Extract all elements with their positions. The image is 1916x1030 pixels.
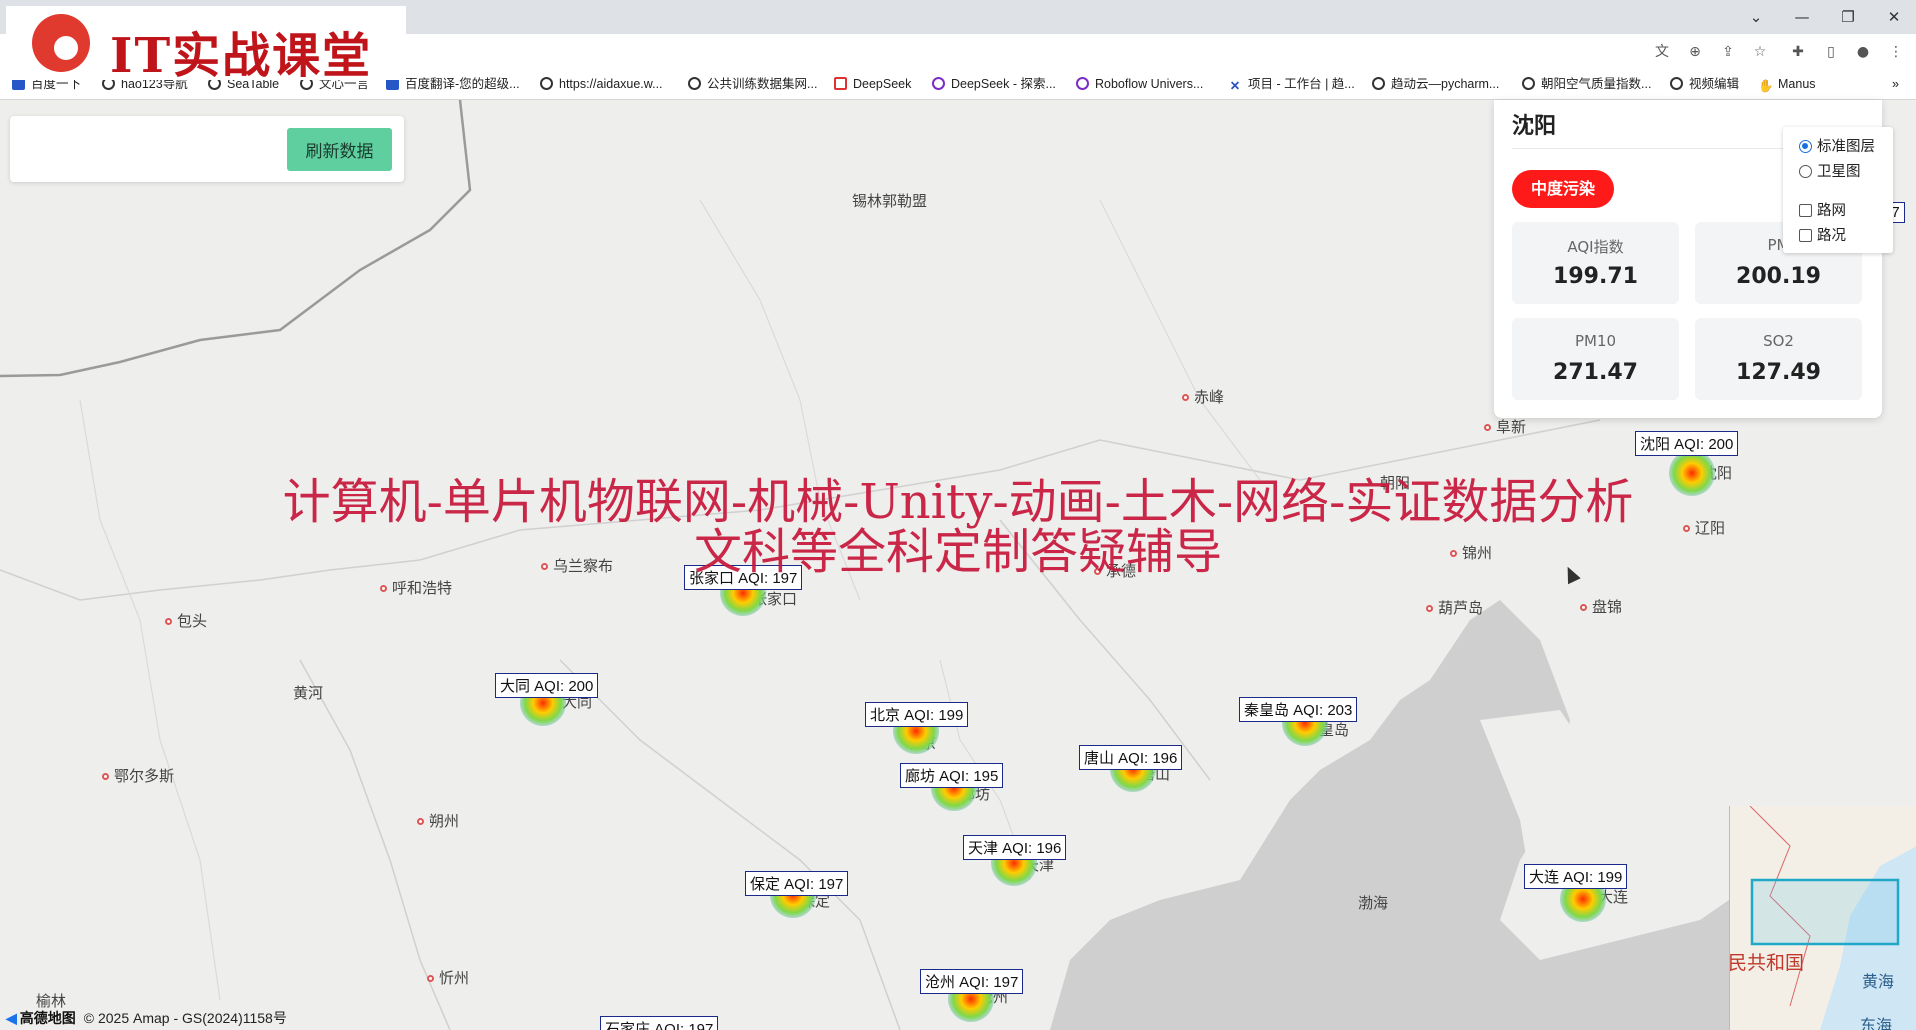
layer-control: 标准图层 卫星图 路网 路况 xyxy=(1783,127,1893,253)
sidepanel-icon[interactable]: ▯ xyxy=(1821,42,1841,62)
place-label: 朔州 xyxy=(417,810,459,831)
metric-value: 199.71 xyxy=(1553,264,1638,289)
place-label: 葫芦岛 xyxy=(1426,597,1483,618)
metric-value: 200.19 xyxy=(1736,264,1821,289)
bookmark-item[interactable]: DeepSeek - 探索... xyxy=(932,75,1056,93)
bookmark-item[interactable]: 公共训练数据集网... xyxy=(688,75,817,93)
metric-name: AQI指数 xyxy=(1567,238,1624,256)
globe-icon xyxy=(1522,77,1535,90)
zoom-icon[interactable]: ⊕ xyxy=(1685,42,1705,62)
star-icon[interactable]: ☆ xyxy=(1750,42,1770,62)
place-label: 阜新 xyxy=(1484,416,1526,437)
logo: IT实战课堂 xyxy=(6,6,406,84)
metric-name: PM10 xyxy=(1574,332,1617,350)
close-button[interactable]: ✕ xyxy=(1882,6,1906,28)
map-attribution: ◀ 高德地图 © 2025 Amap - GS(2024)1158号 xyxy=(6,1010,287,1026)
metric-card-pm10: PM10 271.47 xyxy=(1512,318,1679,400)
overlay-option-traffic[interactable]: 路况 xyxy=(1799,224,1846,245)
x-icon: ✕ xyxy=(1229,79,1241,93)
amap-logo-icon: ◀ xyxy=(6,1010,17,1026)
share-icon[interactable]: ⇪ xyxy=(1718,42,1738,62)
bookmark-item[interactable]: https://aidaxue.w... xyxy=(540,75,663,93)
overlay-option-roadnet[interactable]: 路网 xyxy=(1799,199,1846,220)
place-label: 鄂尔多斯 xyxy=(102,765,174,786)
minimap-label: 黄海 xyxy=(1862,972,1895,991)
bookmark-item[interactable]: 朝阳空气质量指数... xyxy=(1522,75,1651,93)
place-label: 盘锦 xyxy=(1580,596,1622,617)
checkbox-icon[interactable] xyxy=(1799,229,1812,242)
place-label: 包头 xyxy=(165,610,207,631)
layer-option-standard[interactable]: 标准图层 xyxy=(1799,135,1875,156)
aqi-label[interactable]: 秦皇岛 AQI: 203 xyxy=(1239,697,1358,722)
bookmark-item[interactable]: 趋动云—pycharm... xyxy=(1372,75,1499,93)
radio-selected-icon[interactable] xyxy=(1799,140,1812,153)
aqi-label[interactable]: 石家庄 AQI: 197 xyxy=(600,1016,719,1030)
aqi-label[interactable]: 大连 AQI: 199 xyxy=(1524,864,1628,889)
aqi-label[interactable]: 北京 AQI: 199 xyxy=(865,702,969,727)
menu-icon[interactable]: ⋮ xyxy=(1886,42,1906,62)
bookmark-item[interactable]: DeepSeek xyxy=(834,75,911,93)
overview-minimap[interactable]: 民共和国 黄海 东海 xyxy=(1729,806,1916,1030)
deepseek-icon xyxy=(932,77,945,90)
minimize-button[interactable]: — xyxy=(1790,6,1814,28)
aqi-label[interactable]: 沧州 AQI: 197 xyxy=(920,969,1024,994)
aqi-label[interactable]: 廊坊 AQI: 195 xyxy=(900,763,1004,788)
place-label: 黄河 xyxy=(293,685,324,702)
pollution-level-badge: 中度污染 xyxy=(1512,170,1614,208)
minimap-label: 东海 xyxy=(1860,1016,1893,1030)
layer-option-satellite[interactable]: 卫星图 xyxy=(1799,160,1861,181)
globe-icon xyxy=(540,77,553,90)
logo-text: IT实战课堂 xyxy=(110,28,373,84)
manus-icon: ✋ xyxy=(1758,79,1774,93)
restore-button[interactable]: ❐ xyxy=(1836,6,1860,28)
roboflow-icon xyxy=(1076,77,1089,90)
aqi-label[interactable]: 大同 AQI: 200 xyxy=(495,673,599,698)
place-label: 锡林郭勒盟 xyxy=(852,193,928,210)
deepseek-icon xyxy=(834,77,847,90)
amap-logo[interactable]: ◀ 高德地图 xyxy=(6,1010,76,1026)
watermark-line-2: 文科等全科定制答疑辅导 xyxy=(693,524,1222,580)
metric-value: 127.49 xyxy=(1736,360,1821,385)
bookmark-item[interactable]: ✕ 项目 - 工作台 | 趋... xyxy=(1228,75,1355,93)
aqi-label[interactable]: 天津 AQI: 196 xyxy=(963,835,1067,860)
globe-icon xyxy=(688,77,701,90)
minimap-land xyxy=(1730,806,1916,1030)
checkbox-icon[interactable] xyxy=(1799,204,1812,217)
profile-icon[interactable]: ● xyxy=(1853,42,1873,62)
extensions-icon[interactable]: ✚ xyxy=(1788,42,1808,62)
bookmark-item[interactable]: 百度翻译-您的超级... xyxy=(386,75,520,93)
more-bookmarks-button[interactable]: » xyxy=(1892,75,1899,93)
radio-icon[interactable] xyxy=(1799,165,1812,178)
minimap-label: 民共和国 xyxy=(1729,952,1805,974)
bookmark-item[interactable]: Roboflow Univers... xyxy=(1076,75,1203,93)
logo-mark-icon xyxy=(32,14,90,72)
bookmark-item[interactable]: 视频编辑 xyxy=(1670,75,1739,93)
info-city-name: 沈阳 xyxy=(1512,114,1557,139)
globe-icon xyxy=(1670,77,1683,90)
refresh-data-button[interactable]: 刷新数据 xyxy=(287,128,392,171)
globe-icon xyxy=(1372,77,1385,90)
translate-icon[interactable]: 文 xyxy=(1652,42,1672,62)
aqi-label[interactable]: 唐山 AQI: 196 xyxy=(1079,745,1183,770)
sea-label: 渤海 xyxy=(1358,895,1389,912)
metric-value: 271.47 xyxy=(1553,360,1638,385)
aqi-label[interactable]: 保定 AQI: 197 xyxy=(745,871,849,896)
aqi-label[interactable]: 沈阳 AQI: 200 xyxy=(1635,431,1739,456)
place-label: 忻州 xyxy=(427,967,469,988)
metric-name: SO2 xyxy=(1763,332,1794,350)
metric-card-so2: SO2 127.49 xyxy=(1695,318,1862,400)
tab-search-icon[interactable]: ⌄ xyxy=(1744,6,1768,28)
bookmark-item[interactable]: ✋ Manus xyxy=(1758,75,1816,93)
place-label: 赤峰 xyxy=(1182,386,1224,407)
metric-card-aqi: AQI指数 199.71 xyxy=(1512,222,1679,304)
